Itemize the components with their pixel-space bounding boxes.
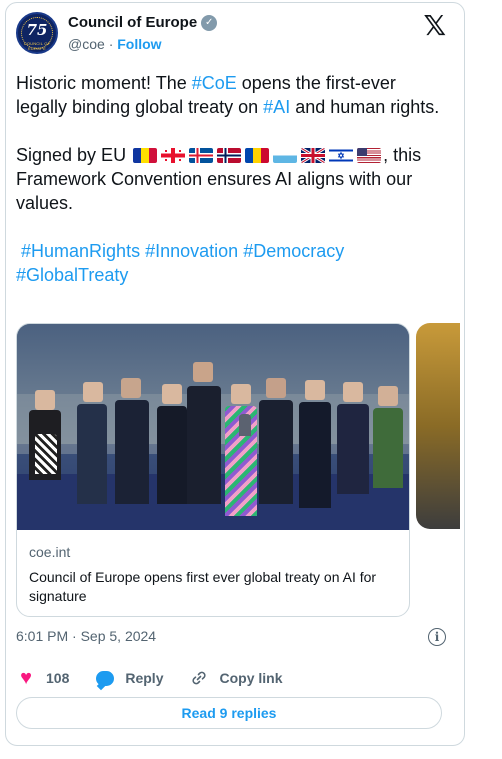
link-domain: coe.int xyxy=(29,544,71,560)
account-handle[interactable]: @coe xyxy=(68,36,105,52)
name-row: Council of Europe ✓ xyxy=(68,14,218,31)
separator: · xyxy=(108,36,114,52)
hashtag-row: #HumanRights #Innovation #Democracy #Glo… xyxy=(16,239,446,287)
reply-button[interactable]: Reply xyxy=(95,668,163,688)
hashtag-globaltreaty[interactable]: #GlobalTreaty xyxy=(16,265,128,285)
avatar-small-text: COUNCIL OF EUROPE xyxy=(23,41,51,51)
text-segment: Historic moment! The xyxy=(16,73,192,93)
andorra-flag-icon xyxy=(133,148,158,163)
hashtag-democracy[interactable]: #Democracy xyxy=(243,241,344,261)
link-preview-card[interactable]: coe.int Council of Europe opens first ev… xyxy=(16,323,410,617)
media-carousel: coe.int Council of Europe opens first ev… xyxy=(16,323,460,617)
copy-link-button[interactable]: Copy link xyxy=(189,668,283,688)
hashtag-ai[interactable]: #AI xyxy=(263,97,290,117)
reply-bubble-icon xyxy=(95,668,115,688)
account-name[interactable]: Council of Europe xyxy=(68,14,197,31)
uk-flag-icon xyxy=(301,148,326,163)
info-icon[interactable]: i xyxy=(428,628,446,646)
link-preview-image xyxy=(17,324,409,530)
action-bar: ♥ 108 Reply Copy link xyxy=(16,667,446,689)
verified-badge-icon: ✓ xyxy=(201,14,218,31)
post-timestamp[interactable]: 6:01 PM · Sep 5, 2024 xyxy=(16,628,156,644)
iceland-flag-icon xyxy=(189,148,214,163)
text-segment: and human rights. xyxy=(290,97,440,117)
norway-flag-icon xyxy=(217,148,242,163)
avatar-text: 75 xyxy=(26,21,48,39)
us-flag-icon xyxy=(357,148,382,163)
link-chain-icon xyxy=(189,668,209,688)
copy-link-label: Copy link xyxy=(219,670,283,686)
avatar[interactable]: 75 COUNCIL OF EUROPE xyxy=(16,12,58,54)
like-count: 108 xyxy=(46,670,70,686)
follow-button[interactable]: Follow xyxy=(117,36,161,52)
hashtag-humanrights[interactable]: #HumanRights xyxy=(21,241,140,261)
post-header: 75 COUNCIL OF EUROPE Council of Europe ✓… xyxy=(16,12,446,62)
read-replies-button[interactable]: Read 9 replies xyxy=(16,697,442,729)
san-marino-flag-icon xyxy=(273,148,298,163)
x-logo-icon[interactable]: 𝕏 xyxy=(423,12,446,40)
text-segment: Signed by EU xyxy=(16,145,132,165)
second-media-thumbnail[interactable] xyxy=(416,323,460,529)
post-paragraph-2: Signed by EU , this Framework Convention… xyxy=(16,143,446,215)
hashtag-coe[interactable]: #CoE xyxy=(192,73,237,93)
link-title: Council of Europe opens first ever globa… xyxy=(29,569,377,604)
moldova-flag-icon xyxy=(245,148,270,163)
post-paragraph-1: Historic moment! The #CoE opens the firs… xyxy=(16,71,446,119)
handle-row: @coe · Follow xyxy=(68,36,162,52)
israel-flag-icon xyxy=(329,148,354,163)
reply-label: Reply xyxy=(125,670,164,686)
link-preview-meta: coe.int Council of Europe opens first ev… xyxy=(29,544,399,606)
post-text: Historic moment! The #CoE opens the firs… xyxy=(16,71,446,287)
timestamp-row: 6:01 PM · Sep 5, 2024 i xyxy=(16,628,446,648)
like-button[interactable]: ♥ 108 xyxy=(16,668,69,688)
georgia-flag-icon xyxy=(161,148,186,163)
hashtag-innovation[interactable]: #Innovation xyxy=(145,241,238,261)
heart-icon: ♥ xyxy=(20,667,32,689)
